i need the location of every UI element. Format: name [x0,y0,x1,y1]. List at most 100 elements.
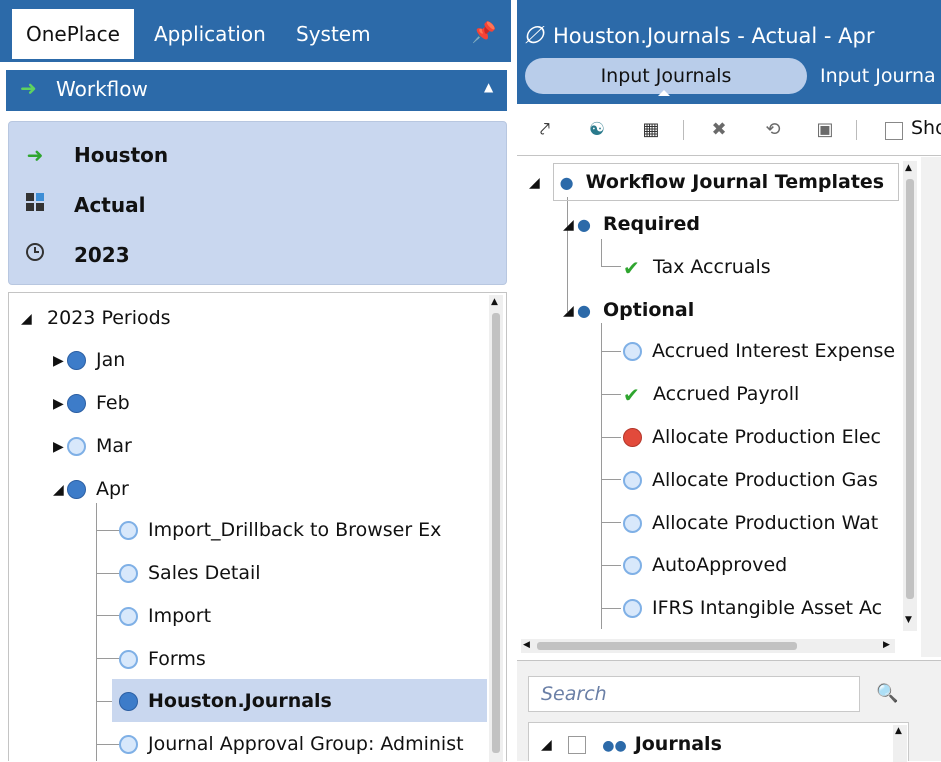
delete-icon[interactable]: ✖ [707,118,731,142]
template-item[interactable]: ✔ Accrued Payroll [623,379,799,409]
context-time-row[interactable]: 2023 [19,240,130,270]
status-circle-icon [119,607,138,626]
template-item[interactable]: Allocate Production Wat [623,508,878,538]
tree-item-step[interactable]: Import [119,601,211,631]
journals-row[interactable]: ◢ ●● Journals [541,733,722,755]
tree-item-label: Houston.Journals [148,690,332,712]
status-circle-icon [67,351,86,370]
template-label: IFRS Intangible Asset Ac [652,597,883,619]
context-entity: Houston [73,143,169,167]
tree-item-label: Apr [96,478,129,500]
status-circle-icon [67,437,86,456]
group-optional[interactable]: ◢ ● Optional [563,295,694,325]
scrollbar-thumb[interactable] [492,313,500,753]
tab-oneplace[interactable]: OnePlace [12,9,134,59]
status-circle-icon [119,521,138,540]
status-circle-icon [67,480,86,499]
expand-down-icon[interactable]: ◢ [541,737,555,753]
scroll-up-icon[interactable]: ▲ [905,163,912,173]
expand-down-icon[interactable]: ◢ [563,210,577,240]
hscrollbar-thumb[interactable] [537,642,797,650]
expand-right-icon[interactable]: ▶ [53,346,67,376]
tab-input-journals[interactable]: Input Journals [525,58,807,94]
expand-down-icon[interactable]: ◢ [529,168,543,198]
template-label: Accrued Interest Expense [652,340,896,362]
template-item[interactable]: Accrued Interest Expense [623,336,895,366]
tab-application[interactable]: Application [140,9,280,59]
tab-system[interactable]: System [282,9,385,59]
templates-root[interactable]: ◢ ●​ Workflow Journal Templates [529,167,884,197]
scroll-right-icon[interactable]: ▶ [883,640,890,650]
tree-item-label: Jan [96,349,126,371]
template-label: Allocate Production Wat [652,512,879,534]
scroll-left-icon[interactable]: ◀ [523,640,530,650]
tree-item-step[interactable]: Journal Approval Group: Administ [119,729,464,759]
expand-right-icon[interactable]: ▶ [53,432,67,462]
scroll-up-icon[interactable]: ▲ [895,726,902,736]
group-icon: ● [577,214,591,234]
tree-item-label: Forms [148,648,206,670]
period-tree-scrollbar[interactable]: ▲ [489,295,503,762]
context-entity-row[interactable]: ➜ Houston [19,140,169,170]
collapse-caret-icon[interactable]: ▲ [484,80,493,94]
workflow-bar[interactable]: ➜ Workflow ▲ [6,70,507,111]
refresh-icon[interactable]: ⟲ [761,118,785,142]
journals-scrollbar[interactable]: ▲ [893,725,907,762]
splitter[interactable] [921,157,941,657]
tree-item-jan[interactable]: ▶ Jan [53,345,125,375]
add-user-icon[interactable]: ☯ [585,118,609,142]
binoculars-icon[interactable]: 🔍 [876,683,898,704]
period-tree: ◢ 2023 Periods ▶ Jan ▶ Feb ▶ Mar ◢ Apr Impor… [8,292,507,762]
tree-item-apr[interactable]: ◢ Apr [53,474,129,504]
journal-toolbar: ⤤ ☯ ▦ ✖ ⟲ ▣ Sho [517,104,941,156]
template-item[interactable]: AutoApproved [623,550,787,580]
new-template-icon[interactable]: ⤤ [533,118,557,142]
template-item[interactable]: Allocate Production Gas [623,465,878,495]
tree-item-step[interactable]: Import_Drillback to Browser Ex [119,515,441,545]
expand-right-icon[interactable]: ▶ [53,389,67,419]
tree-item-selected[interactable]: Houston.Journals [119,686,332,716]
status-circle-icon [623,514,642,533]
journal-tree-hscrollbar[interactable]: ◀ ▶ [521,639,895,653]
expand-down-icon[interactable]: ◢ [21,304,35,334]
checkmark-icon: ✔ [623,255,640,280]
workflow-arrow-icon: ➜ [20,76,37,100]
tree-item-label: Import [148,605,212,627]
save-icon[interactable]: ▣ [813,118,837,142]
show-label: Sho [911,117,941,139]
scroll-up-icon[interactable]: ▲ [491,297,498,307]
tree-item-mar[interactable]: ▶ Mar [53,431,132,461]
context-time: 2023 [73,243,130,267]
workflow-title: ∅ Houston.Journals - Actual - Apr [523,18,941,52]
template-item[interactable]: Allocate Production Elec [623,422,881,452]
group-icon: ●​ [559,172,574,192]
journal-tree-scrollbar[interactable]: ▲ ▼ [903,161,917,631]
tree-item-feb[interactable]: ▶ Feb [53,388,130,418]
expand-down-icon[interactable]: ◢ [563,296,577,326]
search-input[interactable]: Search [528,676,860,712]
tree-item-step[interactable]: Forms [119,644,206,674]
scrollbar-thumb[interactable] [906,179,914,599]
tree-item-step[interactable]: Sales Detail [119,558,261,588]
status-circle-icon [119,564,138,583]
group-required[interactable]: ◢ ● Required [563,209,700,239]
tab-input-journals-2[interactable]: Input Journa [820,58,936,94]
status-circle-icon [119,735,138,754]
show-checkbox[interactable] [885,122,903,140]
period-root-label: 2023 Periods [47,307,171,329]
pin-icon[interactable]: 📌 [470,18,498,46]
period-root[interactable]: ◢ 2023 Periods [21,303,171,333]
grid-icon[interactable]: ▦ [639,118,663,142]
status-circle-icon [119,692,138,711]
journals-checkbox[interactable] [567,735,586,754]
template-item[interactable]: IFRS Intangible Asset Ac [623,593,882,623]
template-item[interactable]: ✔ Tax Accruals [623,252,771,282]
tree-item-label: Sales Detail [148,562,261,584]
status-circle-icon [119,650,138,669]
status-circle-icon [623,428,642,447]
context-scenario-row[interactable]: Actual [19,190,145,220]
app-logo-icon: ∅ [523,21,544,49]
group-optional-label: Optional [603,299,695,321]
scroll-down-icon[interactable]: ▼ [905,615,912,625]
expand-down-icon[interactable]: ◢ [53,475,67,505]
